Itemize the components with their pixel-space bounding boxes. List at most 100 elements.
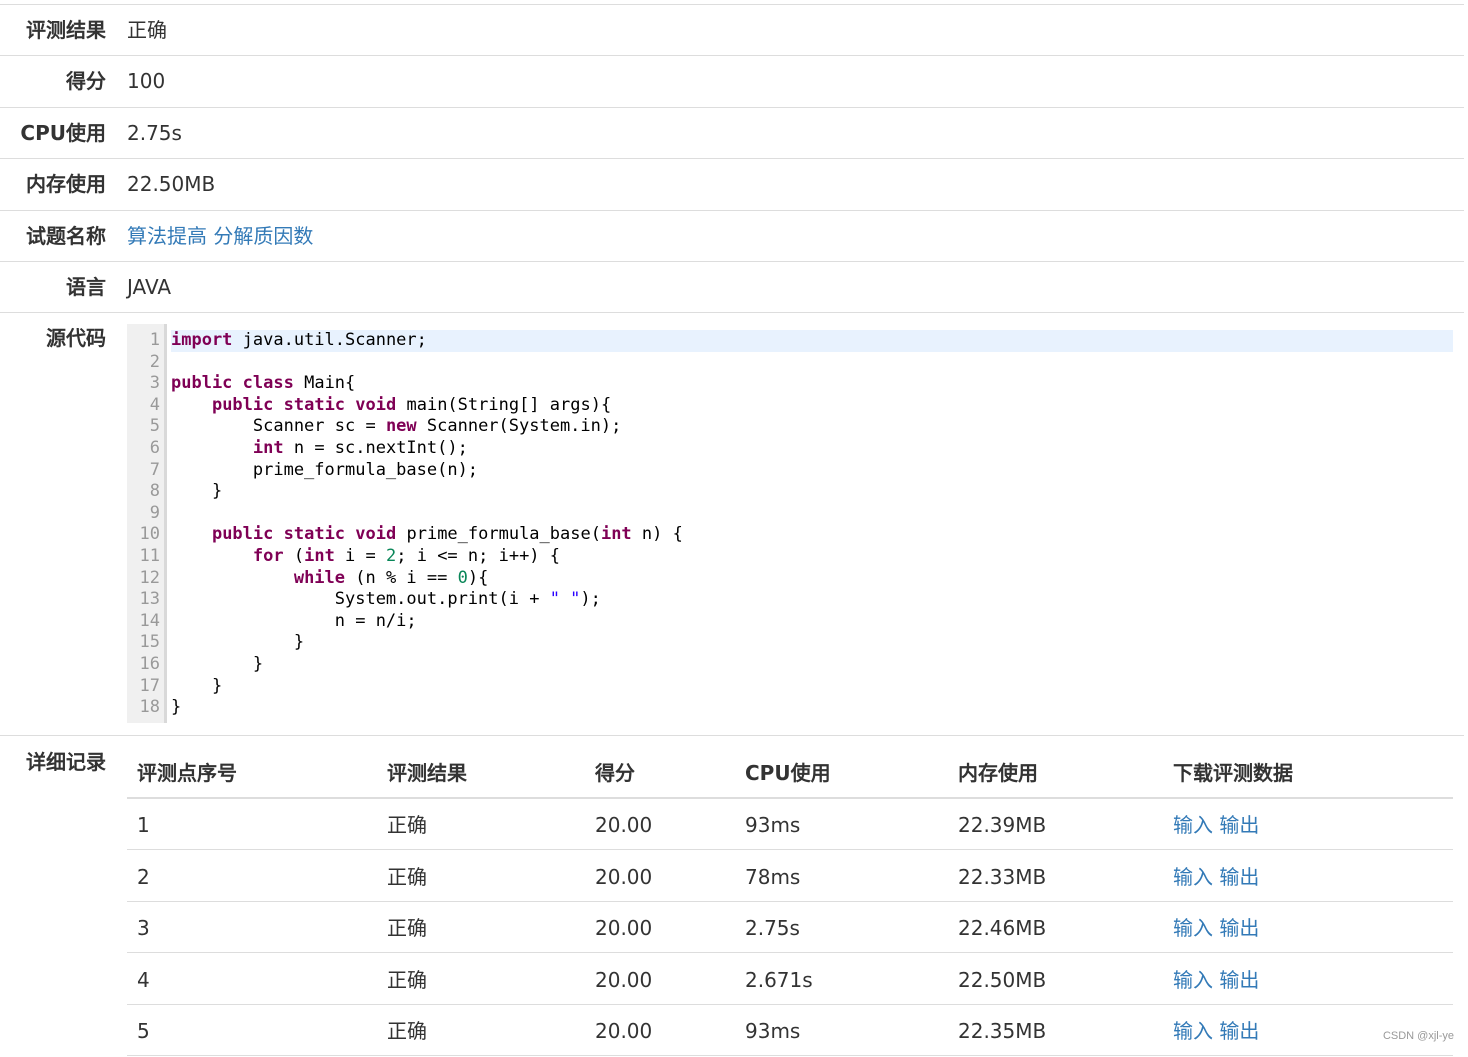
source-code-viewer[interactable]: 1 import java.util.Scanner; 2 3 public clas…: [127, 324, 1453, 723]
download-input-link[interactable]: 输入: [1173, 1019, 1213, 1043]
code-text: }: [171, 481, 223, 502]
code-line: 18}: [127, 697, 1453, 719]
code-line: 9: [127, 503, 1453, 525]
code-line: 12 while (n % i == 0){: [127, 568, 1453, 590]
line-number: 16: [139, 654, 160, 674]
line-number: 5: [149, 416, 160, 437]
code-line: 4 public static void main(String[] args)…: [127, 395, 1453, 417]
download-input-link[interactable]: 输入: [1173, 813, 1213, 837]
code-text: int n = sc.nextInt();: [252, 438, 468, 458]
summary-value: 2.75s: [127, 121, 182, 145]
download-output-link[interactable]: 输出: [1219, 865, 1259, 889]
table-cell: 5: [137, 1019, 150, 1043]
table-cell: 22.50MB: [958, 967, 1047, 992]
table-cell: 2.75s: [745, 916, 800, 940]
line-number: 13: [139, 589, 160, 610]
download-output-link[interactable]: 输出: [1219, 1019, 1259, 1043]
code-text: }: [171, 654, 264, 674]
code-text: System.out.print(i + " ");: [171, 589, 601, 610]
download-input-link[interactable]: 输入: [1173, 916, 1213, 940]
problem-link[interactable]: 算法提高 分解质因数: [127, 224, 313, 248]
download-input-link[interactable]: 输入: [1173, 865, 1213, 889]
code-text: Scanner sc = new Scanner(System.in);: [171, 416, 622, 437]
code-line: 2: [127, 352, 1453, 374]
line-number: 9: [149, 502, 160, 523]
download-input-link[interactable]: 输入: [1173, 968, 1213, 992]
line-number: 1: [149, 330, 160, 350]
line-number: 8: [149, 481, 160, 502]
table-cell: 22.35MB: [958, 1019, 1047, 1043]
code-line: 5 Scanner sc = new Scanner(System.in);: [127, 416, 1453, 438]
code-text: prime_formula_base(n);: [171, 459, 479, 480]
code-line: 7 prime_formula_base(n);: [127, 460, 1453, 482]
line-number: 4: [149, 394, 160, 415]
download-output-link[interactable]: 输出: [1219, 968, 1259, 992]
line-number: 12: [139, 567, 160, 588]
summary-row: 试题名称 算法提高 分解质因数: [0, 210, 1464, 261]
summary-label: 得分: [66, 69, 106, 93]
summary-row: CPU使用 2.75s: [0, 107, 1464, 158]
summary-row: 得分 100: [0, 55, 1464, 106]
code-line: 16 }: [127, 654, 1453, 676]
download-cell: 输入 输出: [1173, 902, 1259, 953]
line-number: 18: [139, 697, 160, 718]
download-cell: 输入 输出: [1173, 1005, 1259, 1056]
code-text: }: [171, 697, 182, 718]
table-cell: 4: [137, 967, 150, 992]
problem-name: 算法提高 分解质因数: [127, 211, 313, 262]
code-text: public class Main{: [171, 373, 356, 394]
line-number: 6: [149, 438, 160, 458]
line-number: 17: [139, 675, 160, 696]
table-cell: 正确: [387, 864, 427, 889]
summary-label: 内存使用: [26, 172, 106, 196]
line-number: 10: [139, 524, 160, 545]
code-line: 10 public static void prime_formula_base…: [127, 524, 1453, 546]
table-row: 3 正确 20.00 2.75s 22.46MB 输入 输出: [127, 902, 1453, 953]
download-output-link[interactable]: 输出: [1219, 813, 1259, 837]
table-cell: 正确: [387, 1019, 427, 1043]
table-cell: 20.00: [595, 864, 653, 889]
summary-row: 内存使用 22.50MB: [0, 158, 1464, 209]
table-cell: 2.671s: [745, 967, 813, 992]
details-label: 详细记录: [26, 750, 106, 774]
table-cell: 20.00: [595, 813, 653, 837]
code-text: for (int i = 2; i <= n; i++) {: [252, 546, 561, 566]
table-cell: 20.00: [595, 1019, 653, 1043]
code-line: 14 n = n/i;: [127, 611, 1453, 633]
line-number: 7: [149, 459, 160, 480]
table-cell: 20.00: [595, 967, 653, 992]
download-cell: 输入 输出: [1173, 799, 1259, 850]
table-cell: 20.00: [595, 916, 653, 940]
column-header: 评测结果: [387, 761, 467, 785]
code-line: 8 }: [127, 481, 1453, 503]
watermark: CSDN @xjl-ye: [1382, 1030, 1454, 1042]
summary-label: CPU使用: [20, 121, 106, 145]
line-number: 15: [139, 632, 160, 653]
summary-value: 100: [127, 69, 166, 93]
code-text: while (n % i == 0){: [293, 567, 489, 588]
code-text: import java.util.Scanner;: [171, 330, 1453, 352]
column-header: CPU使用: [745, 761, 831, 785]
table-cell: 正确: [387, 813, 427, 837]
download-cell: 输入 输出: [1173, 851, 1259, 902]
table-cell: 正确: [387, 967, 427, 992]
table-cell: 2: [137, 864, 150, 889]
code-line: 11 for (int i = 2; i <= n; i++) {: [127, 546, 1453, 568]
code-line: 13 System.out.print(i + " ");: [127, 589, 1453, 611]
code-text: public static void prime_formula_base(in…: [211, 524, 683, 545]
summary-value: 正确: [127, 18, 167, 42]
table-cell: 93ms: [745, 1019, 801, 1043]
summary-label: 语言: [66, 275, 106, 299]
summary-row: 语言 JAVA: [0, 261, 1464, 312]
download-output-link[interactable]: 输出: [1219, 916, 1259, 940]
summary-value: JAVA: [127, 275, 172, 299]
table-row: 4 正确 20.00 2.671s 22.50MB 输入 输出: [127, 954, 1453, 1005]
line-number: 11: [139, 546, 160, 566]
table-row: 5 正确 20.00 93ms 22.35MB 输入 输出: [127, 1005, 1453, 1056]
summary-label: 试题名称: [26, 224, 106, 248]
code-line: 6 int n = sc.nextInt();: [127, 438, 1453, 460]
line-number: 14: [139, 610, 160, 631]
column-header: 得分: [595, 761, 635, 785]
